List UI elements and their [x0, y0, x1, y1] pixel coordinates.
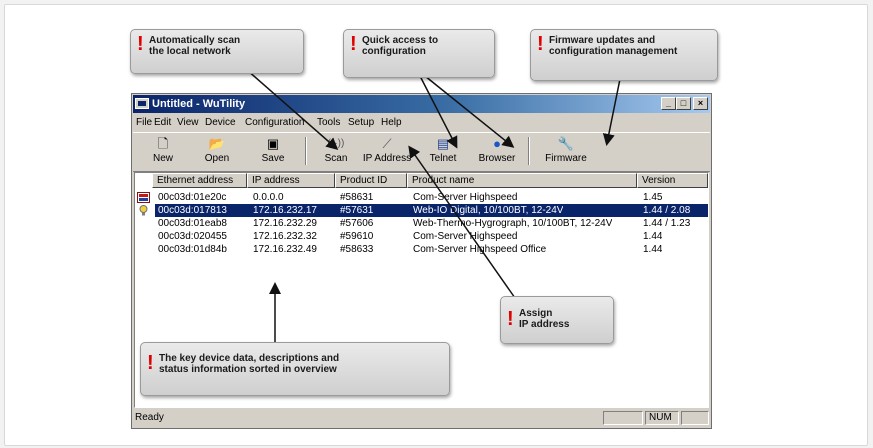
ip-address-button[interactable]: ⟋ IP Address — [359, 135, 415, 169]
menu-view[interactable]: View — [177, 117, 199, 128]
toolbar-separator — [528, 137, 530, 165]
device-warning-icon — [137, 192, 150, 203]
num-lock-indicator: NUM — [645, 411, 679, 425]
firmware-wrench-icon: 🔧 — [557, 136, 575, 151]
menu-setup[interactable]: Setup — [348, 117, 374, 128]
open-folder-icon: 📂 — [208, 136, 226, 151]
menu-edit[interactable]: Edit — [154, 117, 171, 128]
cell-ip: 0.0.0.0 — [253, 192, 284, 203]
cell-product-name: Web-IO Digital, 10/100BT, 12-24V — [413, 205, 564, 216]
scan-button[interactable]: ((·)) Scan — [319, 135, 353, 169]
cell-ip: 172.16.232.17 — [253, 205, 317, 216]
callout-firmware-text: Firmware updates and configuration manag… — [549, 35, 678, 57]
column-ethernet-address[interactable]: Ethernet address — [152, 173, 247, 188]
table-row[interactable]: 00c03d:01e20c 0.0.0.0 #58631 Com-Server … — [135, 191, 708, 204]
column-product-name[interactable]: Product name — [407, 173, 637, 188]
browser-button[interactable]: ● Browser — [475, 135, 519, 169]
exclamation-icon: ! — [137, 33, 144, 55]
resize-grip[interactable] — [681, 411, 709, 425]
save-label: Save — [261, 153, 285, 164]
cell-version: 1.44 — [643, 231, 663, 242]
cell-ip: 172.16.232.29 — [253, 218, 317, 229]
browser-label: Browser — [478, 153, 516, 164]
table-row-selected[interactable]: 00c03d:017813 172.16.232.17 #57631 Web-I… — [135, 204, 708, 217]
callout-scan: ! Automatically scan the local network — [130, 29, 304, 74]
table-row[interactable]: 00c03d:01d84b 172.16.232.49 #58633 Com-S… — [135, 243, 708, 256]
open-label: Open — [204, 153, 230, 164]
close-button[interactable]: × — [693, 97, 708, 110]
new-file-icon: 🗋 — [157, 136, 169, 151]
window-title: Untitled - WuTility — [152, 98, 246, 110]
firmware-label: Firmware — [545, 153, 587, 164]
cell-mac: 00c03d:01e20c — [158, 192, 227, 203]
exclamation-icon: ! — [147, 352, 154, 374]
status-text: Ready — [135, 412, 164, 423]
column-version[interactable]: Version — [637, 173, 708, 188]
cell-version: 1.44 / 1.23 — [643, 218, 691, 229]
callout-scan-text: Automatically scan the local network — [149, 35, 241, 57]
menu-file[interactable]: File — [136, 117, 152, 128]
new-button[interactable]: 🗋 New — [145, 135, 181, 169]
menu-tools[interactable]: Tools — [317, 117, 340, 128]
firmware-button[interactable]: 🔧 Firmware — [541, 135, 591, 169]
cell-product-name: Web-Thermo-Hygrograph, 10/100BT, 12-24V — [413, 218, 613, 229]
browser-globe-icon: ● — [493, 136, 501, 151]
callout-data: ! The key device data, descriptions and … — [140, 342, 450, 396]
cell-product-id: #58633 — [340, 244, 374, 255]
menu-bar: File Edit View Device Configuration Tool… — [133, 115, 710, 131]
ip-wand-icon: ⟋ — [382, 136, 392, 151]
column-ip-address[interactable]: IP address — [247, 173, 335, 188]
cell-mac: 00c03d:01eab8 — [158, 218, 227, 229]
status-bar: Ready NUM — [133, 409, 710, 427]
menu-device[interactable]: Device — [205, 117, 236, 128]
telnet-label: Telnet — [429, 153, 457, 164]
maximize-button[interactable]: □ — [676, 97, 691, 110]
telnet-terminal-icon: ▤ — [436, 136, 450, 151]
lightbulb-icon — [139, 205, 148, 216]
ip-address-label: IP Address — [362, 153, 412, 164]
cell-version: 1.44 — [643, 244, 663, 255]
save-button[interactable]: ▣ Save — [255, 135, 291, 169]
menu-configuration[interactable]: Configuration — [245, 117, 304, 128]
callout-assign: ! Assign IP address — [500, 296, 614, 344]
save-disk-icon: ▣ — [266, 136, 280, 151]
column-product-id[interactable]: Product ID — [335, 173, 407, 188]
toolbar-separator — [305, 137, 307, 165]
cell-ip: 172.16.232.32 — [253, 231, 317, 242]
app-icon — [135, 98, 149, 109]
title-bar[interactable]: Untitled - WuTility _ □ × — [133, 95, 710, 113]
cell-product-name: Com-Server Highspeed Office — [413, 244, 547, 255]
cell-mac: 00c03d:017813 — [158, 205, 227, 216]
callout-firmware: ! Firmware updates and configuration man… — [530, 29, 718, 81]
telnet-button[interactable]: ▤ Telnet — [423, 135, 463, 169]
status-pane — [603, 411, 643, 425]
cell-mac: 00c03d:01d84b — [158, 244, 227, 255]
scan-label: Scan — [324, 153, 348, 164]
callout-config: ! Quick access to configuration — [343, 29, 495, 78]
toolbar: 🗋 New 📂 Open ▣ Save ((·)) Scan ⟋ IP Addr… — [133, 132, 710, 172]
cell-product-name: Com-Server Highspeed — [413, 192, 518, 203]
cell-product-name: Com-Server Highspeed — [413, 231, 518, 242]
cell-product-id: #57606 — [340, 218, 374, 229]
table-row[interactable]: 00c03d:020455 172.16.232.32 #59610 Com-S… — [135, 230, 708, 243]
scan-radio-icon: ((·)) — [327, 138, 345, 149]
cell-version: 1.44 / 2.08 — [643, 205, 691, 216]
menu-help[interactable]: Help — [381, 117, 402, 128]
cell-ip: 172.16.232.49 — [253, 244, 317, 255]
exclamation-icon: ! — [537, 33, 544, 55]
exclamation-icon: ! — [350, 33, 357, 55]
cell-product-id: #58631 — [340, 192, 374, 203]
callout-assign-text: Assign IP address — [519, 308, 570, 330]
cell-mac: 00c03d:020455 — [158, 231, 227, 242]
cell-version: 1.45 — [643, 192, 663, 203]
exclamation-icon: ! — [507, 308, 514, 330]
cell-product-id: #59610 — [340, 231, 374, 242]
cell-product-id: #57631 — [340, 205, 374, 216]
callout-data-text: The key device data, descriptions and st… — [159, 353, 340, 375]
table-row[interactable]: 00c03d:01eab8 172.16.232.29 #57606 Web-T… — [135, 217, 708, 230]
minimize-button[interactable]: _ — [661, 97, 676, 110]
new-label: New — [152, 153, 173, 164]
callout-config-text: Quick access to configuration — [362, 35, 439, 57]
open-button[interactable]: 📂 Open — [197, 135, 237, 169]
